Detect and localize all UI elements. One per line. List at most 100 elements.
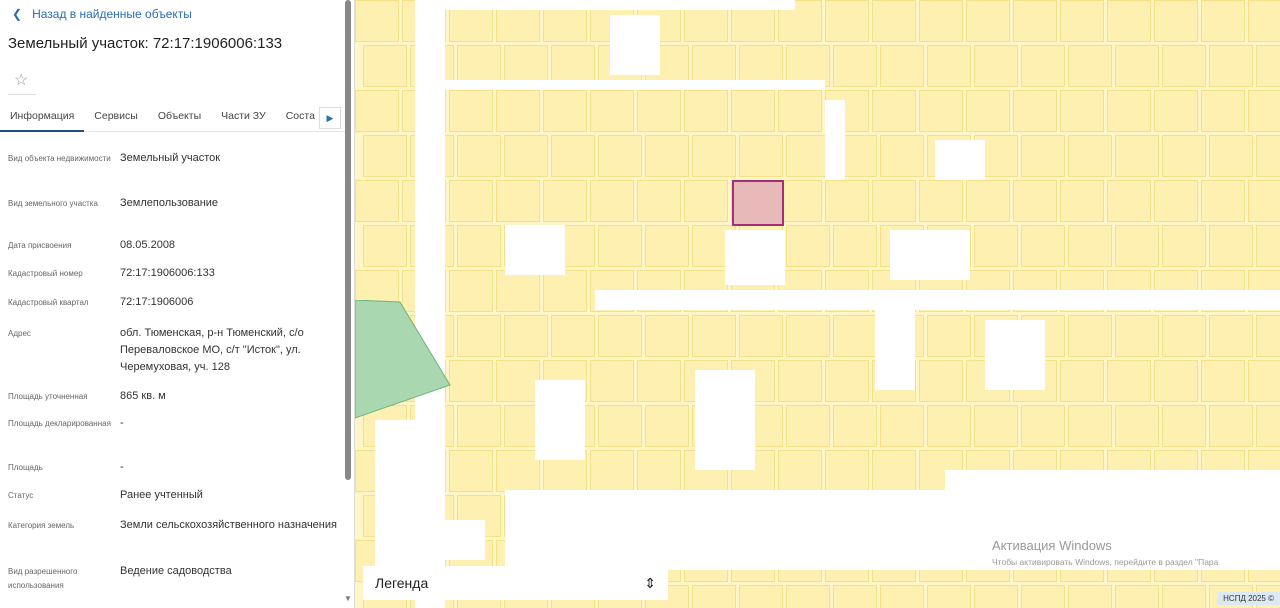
parcel[interactable] bbox=[1256, 45, 1280, 87]
parcel[interactable] bbox=[1209, 45, 1253, 87]
parcel[interactable] bbox=[825, 450, 869, 492]
parcel[interactable] bbox=[919, 90, 963, 132]
parcel[interactable] bbox=[637, 360, 681, 402]
parcel[interactable] bbox=[778, 450, 822, 492]
parcel[interactable] bbox=[1060, 360, 1104, 402]
parcel[interactable] bbox=[1201, 0, 1245, 42]
parcel[interactable] bbox=[1021, 405, 1065, 447]
parcel[interactable] bbox=[1248, 90, 1280, 132]
parcel[interactable] bbox=[919, 0, 963, 42]
parcel[interactable] bbox=[590, 180, 634, 222]
parcel[interactable] bbox=[786, 405, 830, 447]
parcel[interactable] bbox=[739, 585, 783, 608]
parcel[interactable] bbox=[966, 0, 1010, 42]
parcel[interactable] bbox=[1060, 180, 1104, 222]
parcel[interactable] bbox=[551, 135, 595, 177]
parcel[interactable] bbox=[1201, 360, 1245, 402]
parcel[interactable] bbox=[880, 135, 924, 177]
parcel[interactable] bbox=[927, 45, 971, 87]
parcel[interactable] bbox=[449, 270, 493, 312]
parcel[interactable] bbox=[1107, 90, 1151, 132]
parcel[interactable] bbox=[1256, 225, 1280, 267]
parcel[interactable] bbox=[363, 45, 407, 87]
parcel[interactable] bbox=[739, 315, 783, 357]
parcel[interactable] bbox=[1068, 585, 1112, 608]
parcel[interactable] bbox=[1209, 225, 1253, 267]
tab-objects[interactable]: Объекты bbox=[148, 102, 211, 132]
parcel[interactable] bbox=[684, 180, 728, 222]
parcel[interactable] bbox=[778, 360, 822, 402]
parcel[interactable] bbox=[598, 315, 642, 357]
parcel[interactable] bbox=[1107, 0, 1151, 42]
parcel[interactable] bbox=[833, 225, 877, 267]
parcel[interactable] bbox=[1154, 90, 1198, 132]
parcel[interactable] bbox=[457, 315, 501, 357]
parcel[interactable] bbox=[1248, 0, 1280, 42]
tab-info[interactable]: Информация bbox=[0, 102, 85, 132]
parcel[interactable] bbox=[1256, 405, 1280, 447]
parcel[interactable] bbox=[880, 45, 924, 87]
legend-select[interactable]: Легенда ⇕ bbox=[363, 566, 668, 600]
parcel[interactable] bbox=[637, 90, 681, 132]
parcel[interactable] bbox=[880, 405, 924, 447]
parcel[interactable] bbox=[1021, 585, 1065, 608]
parcel[interactable] bbox=[872, 180, 916, 222]
parcel[interactable] bbox=[778, 90, 822, 132]
tab-parts[interactable]: Части ЗУ bbox=[211, 102, 276, 132]
parcel[interactable] bbox=[1256, 315, 1280, 357]
parcel[interactable] bbox=[590, 90, 634, 132]
parcel[interactable] bbox=[355, 0, 399, 42]
parcel[interactable] bbox=[1115, 585, 1159, 608]
parcel[interactable] bbox=[684, 90, 728, 132]
parcel[interactable] bbox=[1162, 45, 1206, 87]
parcel[interactable] bbox=[363, 225, 407, 267]
parcel[interactable] bbox=[919, 360, 963, 402]
parcel[interactable] bbox=[551, 315, 595, 357]
favorite-star-icon[interactable]: ☆ bbox=[14, 70, 28, 90]
parcel[interactable] bbox=[1154, 360, 1198, 402]
parcel[interactable] bbox=[1209, 135, 1253, 177]
parcel[interactable] bbox=[645, 315, 689, 357]
parcel[interactable] bbox=[927, 585, 971, 608]
parcel[interactable] bbox=[1013, 0, 1057, 42]
parcel[interactable] bbox=[1248, 360, 1280, 402]
parcel[interactable] bbox=[825, 360, 869, 402]
parcel[interactable] bbox=[1115, 45, 1159, 87]
parcel[interactable] bbox=[1209, 405, 1253, 447]
parcel[interactable] bbox=[872, 0, 916, 42]
parcel[interactable] bbox=[1115, 135, 1159, 177]
parcel[interactable] bbox=[637, 450, 681, 492]
parcel[interactable] bbox=[1060, 90, 1104, 132]
parcel[interactable] bbox=[590, 360, 634, 402]
parcel[interactable] bbox=[966, 180, 1010, 222]
parcel[interactable] bbox=[1013, 90, 1057, 132]
parcel[interactable] bbox=[1115, 405, 1159, 447]
parcel[interactable] bbox=[598, 135, 642, 177]
parcel[interactable] bbox=[833, 315, 877, 357]
parcel[interactable] bbox=[1068, 135, 1112, 177]
parcel[interactable] bbox=[1162, 135, 1206, 177]
parcel[interactable] bbox=[496, 360, 540, 402]
parcel[interactable] bbox=[786, 585, 830, 608]
back-link[interactable]: ❮ Назад в найденные объекты bbox=[12, 7, 192, 21]
parcel[interactable] bbox=[778, 180, 822, 222]
parcel[interactable] bbox=[590, 450, 634, 492]
parcel[interactable] bbox=[496, 450, 540, 492]
parcel[interactable] bbox=[739, 135, 783, 177]
parcel[interactable] bbox=[504, 315, 548, 357]
parcel[interactable] bbox=[449, 450, 493, 492]
parcel[interactable] bbox=[449, 90, 493, 132]
parcel[interactable] bbox=[457, 405, 501, 447]
parcel[interactable] bbox=[833, 585, 877, 608]
parcel[interactable] bbox=[1162, 315, 1206, 357]
selected-parcel[interactable] bbox=[732, 180, 784, 226]
parcel[interactable] bbox=[543, 90, 587, 132]
parcel[interactable] bbox=[1107, 360, 1151, 402]
parcel[interactable] bbox=[974, 585, 1018, 608]
parcel[interactable] bbox=[1068, 225, 1112, 267]
parcel[interactable] bbox=[1068, 405, 1112, 447]
parcel[interactable] bbox=[692, 585, 736, 608]
parcel[interactable] bbox=[355, 180, 399, 222]
parcel[interactable] bbox=[1162, 405, 1206, 447]
parcel[interactable] bbox=[966, 90, 1010, 132]
